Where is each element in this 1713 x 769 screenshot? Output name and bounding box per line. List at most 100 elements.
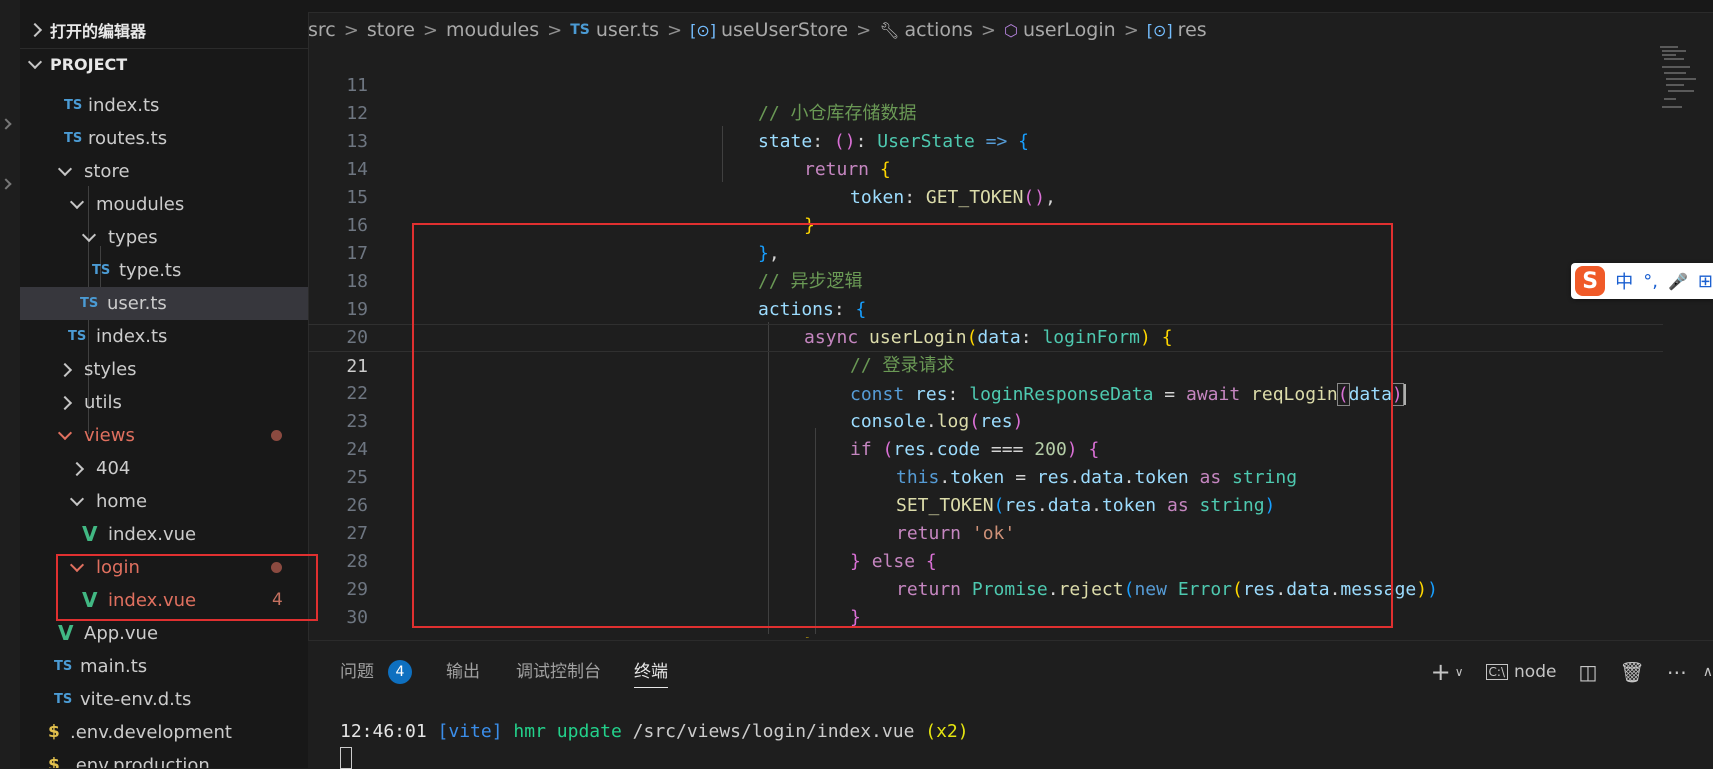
highlight-box [412,223,1393,628]
tab-output[interactable]: 输出 [446,657,480,687]
file-label: .env.production [70,755,210,768]
terminal-icon[interactable]: C:\ [1485,664,1509,680]
tree-item-env-production[interactable]: $ .env.production [20,749,308,768]
chevron-down-icon[interactable]: ∨ [1455,665,1464,679]
method-cube-icon: ⬡ [1004,20,1018,40]
terminal-message: hmr update [513,721,622,742]
chevron-down-icon [27,54,43,70]
breadcrumb-item[interactable]: res [1178,19,1207,41]
chevron-down-icon [57,425,73,441]
folder-label: utils [84,392,122,413]
tree-item-404[interactable]: 404 [20,452,308,485]
tree-item-utils[interactable]: utils [20,386,308,419]
folder-label: views [84,425,135,446]
breadcrumb-item[interactable]: actions [905,19,973,41]
activity-icon[interactable] [0,178,12,190]
folder-label: types [108,227,158,248]
chevron-right-icon: > [422,19,438,41]
tree-item-store[interactable]: store [20,155,308,188]
project-label: PROJECT [50,54,128,74]
problems-count-badge: 4 [388,660,412,684]
breadcrumb-item[interactable]: store [367,19,415,41]
tab-problems[interactable]: 问题 [340,657,374,687]
tree-item-env-development[interactable]: $ .env.development [20,716,308,749]
tree-item-type-ts[interactable]: TS type.ts [20,254,308,287]
terminal-count: (x2) [925,721,969,742]
tree-item-index-ts[interactable]: TS index.ts [20,320,308,353]
tab-label: 输出 [446,662,480,682]
chevron-down-icon [81,227,97,243]
breadcrumb-item[interactable]: user.ts [596,19,659,41]
breadcrumb-item[interactable]: userLogin [1023,19,1116,41]
variable-icon: [⊙] [690,20,716,40]
terminal-output-line: 12:46:01 [vite] hmr update /src/views/lo… [340,721,969,742]
ime-punctuation[interactable]: °, [1643,271,1658,292]
dollar-icon: $ [48,722,60,742]
chevron-up-icon[interactable]: ∧ [1703,664,1713,680]
typescript-file-icon: TS [68,329,87,344]
tree-item-home-index-vue[interactable]: V index.vue [20,518,308,551]
file-label: .env.development [70,722,232,743]
tree-item-home[interactable]: home [20,485,308,518]
terminal-time: 12:46:01 [340,721,427,742]
bottom-panel: 问题 4 输出 调试控制台 终端 + ∨ C:\ node ◫ 🗑︎ ⋯ ∧ 1… [308,640,1713,769]
tree-item-moudules[interactable]: moudules [20,188,308,221]
tree-item-main-ts[interactable]: TS main.ts [20,650,308,683]
tree-item-routes-ts[interactable]: TS routes.ts [20,122,308,155]
microphone-icon[interactable]: 🎤 [1668,272,1688,291]
code-line: 14 token: GET_TOKEN(), [308,128,1663,208]
vue-file-icon: V [58,621,74,645]
terminal-cursor[interactable] [340,747,352,769]
folder-label: 404 [96,458,131,479]
tree-item-user-ts[interactable]: TS user.ts [20,287,308,320]
tree-item-app-vue[interactable]: V App.vue [20,617,308,650]
breadcrumb-item[interactable]: moudules [446,19,539,41]
code-line: 13 return { [308,100,1663,180]
tree-item-index-ts[interactable]: TS index.ts [20,89,308,122]
breadcrumb-item[interactable]: useUserStore [721,19,848,41]
ime-language[interactable]: 中 [1615,268,1633,294]
chevron-down-icon [69,194,85,210]
open-editors-header[interactable]: 打开的编辑器 [20,15,308,45]
open-editors-label: 打开的编辑器 [50,22,147,41]
tree-item-styles[interactable]: styles [20,353,308,386]
tree-item-views[interactable]: views [20,419,308,452]
tree-item-vite-env[interactable]: TS vite-env.d.ts [20,683,308,716]
line-number: 31 [308,632,368,638]
minimap[interactable] [1660,46,1700,116]
chevron-right-icon: > [666,19,683,41]
folder-label: moudules [96,194,185,215]
folder-label: home [96,491,148,512]
tree-item-types[interactable]: types [20,221,308,254]
chevron-right-icon: > [1123,19,1139,41]
code-line: 16 }, [308,184,1663,264]
file-label: user.ts [107,293,167,314]
dollar-icon: $ [48,755,60,768]
explorer-sidebar: 打开的编辑器 PROJECT TS index.ts TS routes.ts … [20,0,309,768]
terminal-name[interactable]: node [1514,662,1556,682]
add-terminal-icon[interactable]: + [1431,658,1451,686]
modified-dot-icon [271,430,282,441]
chevron-right-icon [27,22,43,38]
project-header[interactable]: PROJECT [20,48,308,79]
more-icon[interactable]: ⋯ [1667,660,1687,684]
sogou-logo-icon[interactable]: S [1575,266,1606,296]
file-label: main.ts [80,656,148,677]
typescript-file-icon: TS [54,692,73,707]
panel-actions: + ∨ C:\ node ◫ 🗑︎ ⋯ ∧ [1409,657,1713,687]
tab-label: 终端 [634,662,668,682]
typescript-file-icon: TS [80,296,99,311]
split-terminal-icon[interactable]: ◫ [1578,660,1597,684]
terminal-tag: [vite] [437,721,503,742]
grid-icon[interactable]: ⊞ [1698,271,1713,292]
code-line: 12 state: (): UserState => { [308,72,1663,152]
breadcrumb-item[interactable]: src [308,19,336,41]
tab-debug-console[interactable]: 调试控制台 [516,657,601,687]
activity-icon[interactable] [0,118,12,130]
tab-terminal[interactable]: 终端 [634,657,668,688]
trash-icon[interactable]: 🗑︎ [1619,660,1644,684]
tab-bar [308,0,1713,13]
file-label: App.vue [84,623,159,644]
chevron-right-icon: > [980,19,997,41]
ime-toolbar[interactable]: S 中 °, 🎤 ⊞ [1571,263,1713,299]
